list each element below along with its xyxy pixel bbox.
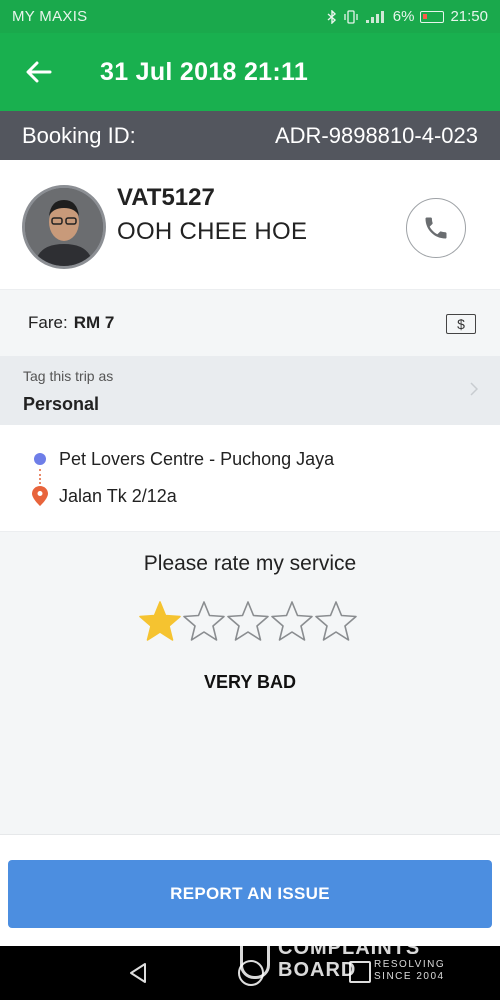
driver-card: VAT5127 OOH CHEE HOE	[0, 160, 500, 289]
clock: 21:50	[450, 8, 488, 25]
star-icon-1[interactable]	[138, 599, 182, 643]
cash-icon: $	[446, 314, 476, 334]
trip-tag-selector[interactable]: Tag this trip as Personal	[0, 356, 500, 425]
report-issue-button[interactable]: REPORT AN ISSUE	[8, 860, 492, 928]
status-bar: MY MAXIS 6% 21:50	[0, 0, 500, 33]
page-title: 31 Jul 2018 21:11	[100, 57, 309, 86]
driver-photo-icon	[25, 188, 103, 266]
call-driver-button[interactable]	[406, 198, 466, 258]
watermark-line2: BOARD	[278, 959, 357, 981]
route-card: Pet Lovers Centre - Puchong Jaya Jalan T…	[0, 425, 500, 531]
fare-label: Fare:	[28, 313, 68, 332]
status-icons: 6% 21:50	[327, 8, 488, 25]
app-bar: 31 Jul 2018 21:11	[0, 33, 500, 111]
dropoff-location: Jalan Tk 2/12a	[59, 486, 177, 506]
back-button[interactable]	[0, 33, 78, 111]
booking-id-value: ADR-9898810-4-023	[274, 122, 478, 148]
trip-tag-label: Tag this trip as	[23, 368, 114, 384]
route-connector	[39, 469, 41, 484]
star-icon-4[interactable]	[270, 599, 314, 643]
chevron-right-icon	[470, 382, 478, 396]
pickup-dot-icon	[34, 453, 46, 465]
watermark-line1: COMPLAINTS	[278, 937, 421, 959]
star-rating	[138, 599, 358, 643]
carrier-name: MY MAXIS	[12, 8, 88, 25]
fare-value: RM 7	[73, 313, 115, 332]
battery-icon	[420, 10, 445, 23]
watermark-logo-icon	[240, 941, 270, 979]
arrow-left-icon	[26, 61, 52, 83]
vehicle-plate: VAT5127	[117, 184, 215, 211]
watermark-sub1: RESOLVING	[374, 959, 446, 970]
battery-percent: 6%	[392, 8, 415, 25]
driver-name: OOH CHEE HOE	[117, 218, 308, 245]
booking-id-label: Booking ID:	[22, 122, 136, 148]
driver-avatar	[22, 185, 106, 269]
star-icon-3[interactable]	[226, 599, 270, 643]
rating-prompt: Please rate my service	[143, 552, 357, 575]
location-pin-icon	[32, 486, 48, 506]
watermark: COMPLAINTS BOARD RESOLVING SINCE 2004	[240, 935, 460, 985]
pickup-location: Pet Lovers Centre - Puchong Jaya	[59, 449, 335, 469]
rating-verdict: VERY BAD	[203, 672, 297, 692]
vibrate-icon	[344, 9, 358, 24]
star-icon-2[interactable]	[182, 599, 226, 643]
star-icon-5[interactable]	[314, 599, 358, 643]
watermark-sub2: SINCE 2004	[374, 971, 445, 982]
phone-icon	[425, 217, 447, 239]
signal-icon	[365, 10, 384, 23]
bluetooth-icon	[327, 9, 336, 24]
fare-row: Fare: RM 7 $	[0, 289, 500, 356]
trip-tag-value: Personal	[23, 394, 100, 414]
bottom-actions: REPORT AN ISSUE	[0, 834, 500, 946]
booking-bar: Booking ID: ADR-9898810-4-023	[0, 111, 500, 160]
rating-section: Please rate my service VERY BAD	[0, 531, 500, 834]
nav-back-icon[interactable]	[126, 961, 150, 985]
